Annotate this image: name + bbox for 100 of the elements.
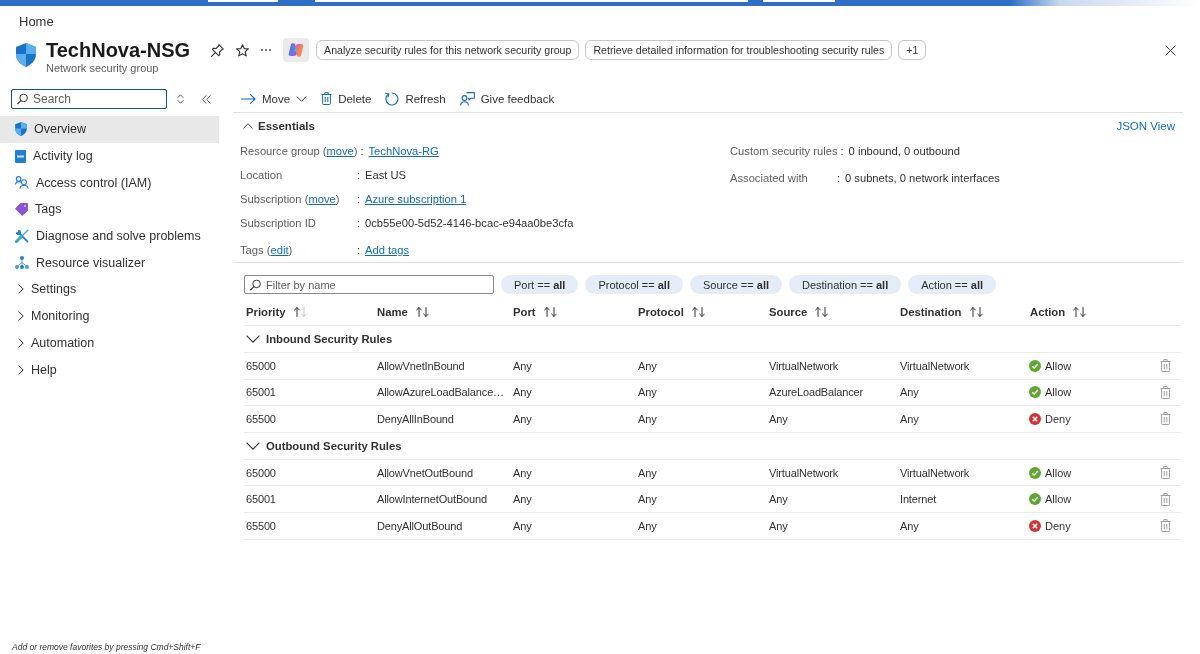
sort-icon[interactable] bbox=[691, 306, 705, 317]
delete-icon[interactable] bbox=[1160, 519, 1171, 533]
delete-icon[interactable] bbox=[1160, 466, 1171, 480]
column-header[interactable]: Protocol bbox=[638, 305, 684, 318]
table-cell: Any bbox=[638, 519, 657, 532]
filter-field[interactable]: Filter by name bbox=[244, 275, 494, 294]
suggestion-chip[interactable]: Analyze security rules for this network security group bbox=[316, 40, 580, 60]
table-cell: 65500 bbox=[246, 413, 276, 425]
nav-item[interactable]: Resource visualizer bbox=[0, 249, 219, 277]
colon-text: : bbox=[837, 172, 842, 184]
tag-icon bbox=[15, 202, 28, 216]
filter-pill[interactable]: Destination == all bbox=[789, 275, 902, 294]
label-link[interactable]: move bbox=[326, 145, 354, 157]
filter-pill[interactable]: Protocol == all bbox=[585, 275, 683, 294]
nav-item[interactable]: Diagnose and solve problems bbox=[0, 222, 219, 250]
hierarchy-icon bbox=[15, 256, 29, 270]
nav-item[interactable]: Tags bbox=[0, 196, 219, 223]
resource-title: TechNova-NSG bbox=[46, 38, 191, 62]
suggestion-chip[interactable]: Retrieve detailed information for troubleshooting security rules bbox=[585, 40, 893, 60]
sort-icon[interactable] bbox=[293, 306, 307, 317]
breadcrumb-link[interactable]: Home bbox=[19, 13, 54, 29]
arrow-right-icon bbox=[241, 93, 256, 104]
group-toggle[interactable]: Inbound Security Rules bbox=[246, 333, 393, 345]
table-cell: Any bbox=[638, 413, 657, 425]
table-cell: DenyAllInBound bbox=[377, 413, 454, 425]
double-chevron-left-icon[interactable] bbox=[202, 94, 211, 104]
nav-item[interactable]: Overview bbox=[0, 116, 219, 143]
sort-icon[interactable] bbox=[969, 306, 983, 317]
sort-icon[interactable] bbox=[543, 306, 557, 317]
field-label: Custom security rules bbox=[730, 145, 839, 157]
cross-circle-icon bbox=[1029, 413, 1041, 425]
table-cell: Any bbox=[513, 466, 532, 479]
column-header[interactable]: Source bbox=[769, 305, 808, 318]
colon-text: : bbox=[357, 244, 362, 256]
field-label: Associated with bbox=[730, 172, 809, 184]
colon-text: : bbox=[840, 145, 845, 157]
table-cell: Internet bbox=[900, 493, 937, 506]
value-link[interactable]: TechNova-RG bbox=[368, 145, 439, 157]
sort-icon[interactable] bbox=[415, 306, 429, 317]
nav-group[interactable]: Settings bbox=[0, 276, 219, 303]
nav-item[interactable]: Activity log bbox=[0, 142, 219, 170]
colon-text: : bbox=[357, 169, 362, 181]
nav-group[interactable]: Automation bbox=[0, 329, 219, 357]
delete-icon[interactable] bbox=[1160, 359, 1171, 373]
nav-group[interactable]: Help bbox=[0, 356, 219, 383]
gradient-logo-icon[interactable] bbox=[283, 38, 310, 62]
refresh-icon bbox=[385, 91, 400, 106]
value-link[interactable]: Add tags bbox=[365, 244, 410, 256]
group-toggle[interactable]: Outbound Security Rules bbox=[246, 439, 402, 452]
column-header[interactable]: Priority bbox=[246, 305, 286, 318]
toolbar-button[interactable]: Give feedback bbox=[459, 91, 555, 106]
delete-icon[interactable] bbox=[1160, 385, 1171, 399]
close-icon[interactable] bbox=[1165, 44, 1176, 56]
field-label: Tags (edit) bbox=[240, 244, 294, 256]
table-cell: Any bbox=[900, 519, 919, 532]
label-link[interactable]: edit bbox=[270, 244, 289, 256]
colon-text: : bbox=[357, 217, 362, 229]
nav-item[interactable]: Access control (IAM) bbox=[0, 169, 219, 197]
check-circle-icon bbox=[1029, 493, 1041, 506]
table-cell: AzureLoadBalancer bbox=[769, 386, 864, 399]
column-header[interactable]: Name bbox=[377, 305, 408, 318]
delete-icon[interactable] bbox=[1160, 492, 1171, 506]
column-header[interactable]: Action bbox=[1030, 305, 1066, 318]
field-label: Resource group (move) bbox=[240, 145, 359, 157]
action-text: Allow bbox=[1045, 493, 1072, 506]
table-cell: Any bbox=[638, 493, 657, 506]
delete-icon[interactable] bbox=[1160, 412, 1171, 426]
sort-icon[interactable] bbox=[1073, 306, 1087, 317]
field-label: Location bbox=[240, 169, 284, 181]
toolbar-button[interactable]: Refresh bbox=[385, 91, 446, 106]
label-link[interactable]: move bbox=[308, 193, 336, 205]
table-cell: Any bbox=[513, 519, 532, 532]
action-text: Allow bbox=[1045, 359, 1072, 372]
toolbar-button[interactable]: Move bbox=[241, 92, 308, 105]
value-link[interactable]: Azure subscription 1 bbox=[365, 193, 467, 205]
table-cell: VirtualNetwork bbox=[900, 466, 970, 479]
people-icon bbox=[15, 176, 29, 190]
sort-icon[interactable] bbox=[815, 306, 829, 317]
field-label: Subscription ID bbox=[240, 217, 317, 229]
pin-icon[interactable] bbox=[211, 43, 225, 57]
toolbar-button[interactable]: Delete bbox=[321, 92, 372, 105]
column-header[interactable]: Destination bbox=[900, 305, 962, 318]
filter-pill[interactable]: Action == all bbox=[908, 275, 996, 294]
star-icon[interactable] bbox=[236, 43, 250, 57]
field-value: East US bbox=[365, 169, 407, 181]
suggestion-chip[interactable]: +1 bbox=[898, 40, 927, 60]
json-view-link[interactable]: JSON View bbox=[1116, 120, 1175, 132]
table-cell: Any bbox=[638, 466, 657, 479]
expand-collapse-icon[interactable] bbox=[177, 94, 184, 104]
nav-group[interactable]: Monitoring bbox=[0, 302, 219, 330]
filter-pill[interactable]: Source == all bbox=[689, 275, 782, 294]
table-cell: Any bbox=[769, 519, 788, 532]
essentials-toggle[interactable]: Essentials bbox=[243, 120, 315, 132]
search-field[interactable]: Search bbox=[11, 89, 167, 109]
column-header[interactable]: Port bbox=[513, 305, 536, 318]
table-cell: Any bbox=[513, 359, 532, 372]
filter-pill[interactable]: Port == all bbox=[501, 275, 579, 294]
check-circle-icon bbox=[1029, 359, 1041, 372]
table-cell: 65000 bbox=[246, 359, 276, 372]
table-cell: AllowAzureLoadBalance… bbox=[377, 386, 504, 399]
